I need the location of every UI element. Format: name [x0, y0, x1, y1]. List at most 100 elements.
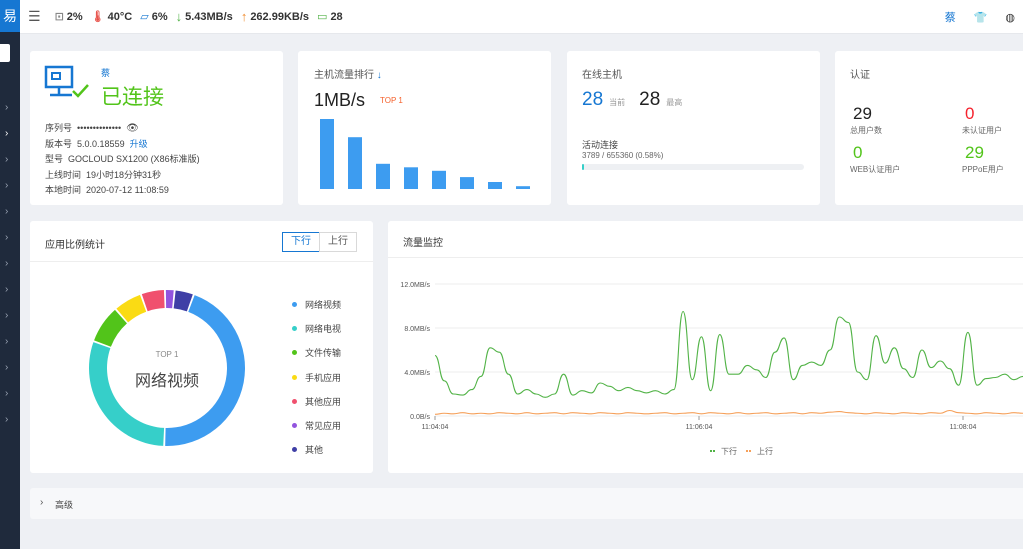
sidebar-chevron-icon[interactable]: › — [5, 232, 8, 243]
app-logo: 易 — [0, 0, 20, 32]
sidebar-chevron-icon[interactable]: › — [5, 154, 8, 165]
localtime-label: 本地时间 — [45, 185, 82, 195]
legend-item[interactable]: 其他 — [292, 438, 341, 462]
localtime-value: 2020-07-12 11:08:59 — [86, 185, 169, 195]
top1-badge: TOP 1 — [380, 96, 403, 105]
memory-icon: ▱ — [140, 11, 149, 23]
sidebar-chevron-icon[interactable]: › — [5, 258, 8, 269]
sidebar-chevron-icon[interactable]: › — [5, 336, 8, 347]
sidebar-chevron-icon[interactable]: › — [5, 284, 8, 295]
host-bar[interactable] — [320, 119, 334, 189]
legend-dot — [292, 325, 297, 331]
legend-item[interactable]: 网络视频 — [292, 292, 341, 316]
user-name: 蔡 — [101, 68, 111, 78]
advanced-label: 高级 — [55, 500, 74, 510]
online-current-label: 当前 — [609, 98, 626, 107]
advanced-section[interactable]: › 高级 — [30, 488, 1023, 519]
eye-icon[interactable]: 👁 — [126, 123, 139, 134]
connection-status: 已连接 — [101, 86, 164, 109]
legend-dot — [292, 350, 297, 356]
traffic-monitor-title: 流量监控 — [403, 238, 443, 249]
top-bar: ☰ ⊡ 2% 🌡 40°C ▱ 6% ↓ 5.43MB/s ↑ 262.99KB/s ▭ 2… — [20, 0, 1023, 34]
tab-upstream[interactable]: 上行 — [319, 232, 357, 252]
cpu-usage: 2% — [66, 10, 83, 23]
uptime-value: 19小时18分钟31秒 — [86, 169, 162, 180]
legend-item[interactable]: 文件传输 — [292, 341, 341, 365]
shirt-icon[interactable]: 👕 — [974, 11, 988, 24]
legend-label: 网络视频 — [305, 299, 342, 310]
sidebar-chevron-icon[interactable]: › — [5, 128, 8, 139]
x-tick-label: 11:06:04 — [686, 424, 713, 431]
online-max-label: 最高 — [666, 98, 683, 107]
download-rate: 5.43MB/s — [185, 10, 233, 23]
series-line — [434, 409, 1023, 415]
sidebar: 易 › › › › › › › › › › › › › — [0, 0, 20, 549]
sidebar-chevron-icon[interactable]: › — [5, 102, 8, 113]
web-users-label: WEB认证用户 — [850, 165, 901, 174]
online-current-value: 28 — [582, 89, 604, 110]
donut-slice[interactable] — [89, 342, 165, 446]
legend-dot — [292, 398, 297, 404]
device-info: 序列号 •••••••••••••• 👁 版本号 5.0.0.18559 升级 … — [45, 121, 200, 199]
online-max-value: 28 — [639, 89, 661, 110]
host-bar[interactable] — [404, 167, 418, 189]
tab-downstream[interactable]: 下行 — [282, 232, 320, 252]
host-bar[interactable] — [460, 177, 474, 189]
legend-item[interactable]: 手机应用 — [292, 365, 341, 389]
globe-icon[interactable]: ◍ — [1005, 11, 1015, 24]
unauth-users-value: 0 — [965, 104, 975, 123]
arrow-down-icon: ↓ — [175, 9, 183, 24]
app-ratio-legend: 网络视频网络电视 文件传输 手机应用其他应用常见应用 其他 — [292, 292, 341, 462]
legend-dot — [292, 301, 297, 307]
sidebar-chevron-icon[interactable]: › — [5, 388, 8, 399]
memory-usage: 6% — [151, 10, 168, 23]
version-label: 版本号 — [45, 138, 73, 149]
pppoe-users-value: 29 — [965, 143, 984, 162]
traffic-line-chart: 12.0MB/s 8.0MB/s 4.0MB/s 0.0B/s 11:04:04 11:0… — [400, 282, 1023, 456]
menu-toggle-icon[interactable]: ☰ — [28, 8, 41, 25]
legend-label[interactable]: 下行 — [721, 446, 737, 456]
donut-slice[interactable] — [94, 309, 127, 347]
host-bar[interactable] — [488, 182, 502, 189]
host-bar[interactable] — [376, 163, 390, 189]
serial-value: •••••••••••••• — [77, 123, 122, 133]
router-connected-icon — [44, 65, 89, 98]
x-tick-label: 11:08:04 — [950, 424, 977, 431]
legend-label: 其他应用 — [305, 396, 342, 407]
sidebar-chevron-icon[interactable]: › — [5, 180, 8, 191]
sidebar-chevron-icon[interactable]: › — [5, 414, 8, 425]
series-line — [434, 310, 1023, 398]
host-bar[interactable] — [432, 170, 446, 189]
model-label: 型号 — [45, 154, 64, 164]
sort-down-icon[interactable]: ↓ — [377, 70, 382, 81]
donut-slice[interactable] — [141, 290, 165, 312]
model-value: GOCLOUD SX1200 (X86标准版) — [68, 154, 200, 164]
host-bar[interactable] — [348, 137, 362, 189]
auth-title: 认证 — [850, 70, 870, 81]
legend-item[interactable]: 网络电视 — [292, 316, 341, 340]
sidebar-chevron-icon[interactable]: › — [5, 206, 8, 217]
active-conn-progress — [582, 164, 804, 170]
y-tick-label: 4.0MB/s — [404, 370, 430, 377]
user-menu[interactable]: 蔡 — [945, 9, 956, 25]
legend-dot — [292, 447, 297, 453]
y-tick-label: 12.0MB/s — [400, 282, 430, 289]
app-ratio-donut: TOP 1 网络视频 — [89, 290, 245, 446]
auth-card: 认证 29 总用户数 0 未认证用户 0 WEB认证用户 29 PPPoE用户 — [835, 51, 1023, 205]
online-title: 在线主机 — [582, 70, 622, 81]
legend-label[interactable]: 上行 — [757, 446, 773, 456]
sidebar-chevron-icon[interactable]: › — [5, 310, 8, 321]
upgrade-link[interactable]: 升级 — [130, 139, 148, 149]
host-bar[interactable] — [516, 186, 530, 189]
sidebar-toggle-button[interactable] — [0, 44, 10, 62]
arrow-up-icon: ↑ — [240, 9, 248, 24]
sidebar-chevron-icon[interactable]: › — [5, 362, 8, 373]
donut-slice[interactable] — [165, 295, 245, 446]
donut-slice[interactable] — [165, 290, 174, 309]
upload-rate: 262.99KB/s — [250, 10, 310, 23]
legend-item[interactable]: 其他应用 — [292, 389, 341, 413]
legend-item[interactable]: 常见应用 — [292, 413, 341, 437]
app-ratio-title: 应用比例统计 — [45, 240, 105, 251]
temperature: 40°C — [107, 10, 133, 23]
host-traffic-value: 1MB/s — [314, 90, 366, 110]
